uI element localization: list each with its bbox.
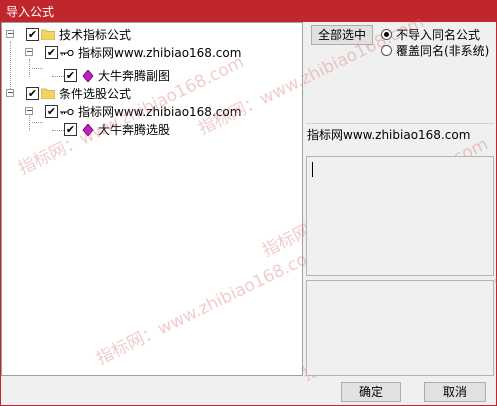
stock-selection-label: 条件选股公式 (59, 87, 132, 101)
formula-gem-icon (82, 70, 94, 82)
window-title: 导入公式 (6, 5, 55, 19)
tech-indicators-checkbox[interactable]: ✔ (26, 28, 39, 41)
tech-indicators-label: 技术指标公式 (59, 28, 132, 42)
folder-icon (41, 88, 55, 99)
formula-tree[interactable]: − ✔ 技术指标公式 − ✔ 指标网www.zhibiao168.com ✔ 大… (1, 22, 303, 376)
tree-connector (52, 130, 64, 131)
zhibiao-2-checkbox[interactable]: ✔ (45, 105, 58, 118)
info-text: 指标网www.zhibiao168.com (307, 128, 471, 142)
tree-connector (52, 76, 64, 77)
cancel-button[interactable]: 取消 (424, 382, 486, 402)
stock-selection-checkbox[interactable]: ✔ (26, 87, 39, 100)
key-icon (60, 108, 74, 116)
text-caret (312, 162, 313, 177)
folder-icon (41, 29, 55, 40)
zhibiao-1-checkbox[interactable]: ✔ (45, 46, 58, 59)
detail-box[interactable] (306, 280, 494, 376)
formula-gem-icon (82, 124, 94, 136)
daniu-select-label: 大牛奔腾选股 (98, 123, 171, 137)
zhibiao-2-label: 指标网www.zhibiao168.com (78, 105, 242, 119)
ok-button[interactable]: 确定 (341, 382, 401, 402)
daniu-chart-label: 大牛奔腾副图 (98, 69, 171, 83)
description-box[interactable] (306, 156, 494, 276)
tree-connector (32, 122, 43, 123)
tree-node-zhibiao-1[interactable]: − ✔ 指标网www.zhibiao168.com (25, 44, 295, 62)
tree-node-daniu-select[interactable]: ✔ 大牛奔腾选股 (64, 121, 264, 139)
divider (306, 123, 494, 124)
overwrite-duplicates-label[interactable]: 覆盖同名(非系统) (396, 42, 489, 59)
daniu-chart-checkbox[interactable]: ✔ (64, 69, 77, 82)
collapse-icon[interactable]: − (6, 30, 14, 38)
overwrite-duplicates-radio[interactable] (381, 45, 392, 56)
daniu-select-checkbox[interactable]: ✔ (64, 123, 77, 136)
tree-node-stock-selection[interactable]: − ✔ 条件选股公式 (6, 85, 302, 103)
select-all-button[interactable]: 全部选中 (311, 25, 373, 45)
tree-node-daniu-chart[interactable]: ✔ 大牛奔腾副图 (64, 67, 264, 85)
collapse-icon[interactable]: − (25, 107, 33, 115)
collapse-icon[interactable]: − (25, 48, 33, 56)
collapse-icon[interactable]: − (6, 89, 14, 97)
skip-duplicates-label[interactable]: 不导入同名公式 (396, 26, 480, 43)
skip-duplicates-radio[interactable] (381, 29, 392, 40)
tree-node-zhibiao-2[interactable]: − ✔ 指标网www.zhibiao168.com (25, 103, 295, 121)
title-bar: 导入公式 (0, 0, 497, 22)
key-icon (60, 49, 74, 57)
tree-node-tech-indicators[interactable]: − ✔ 技术指标公式 (6, 26, 302, 44)
zhibiao-1-label: 指标网www.zhibiao168.com (78, 46, 242, 60)
tree-connector (32, 68, 43, 69)
